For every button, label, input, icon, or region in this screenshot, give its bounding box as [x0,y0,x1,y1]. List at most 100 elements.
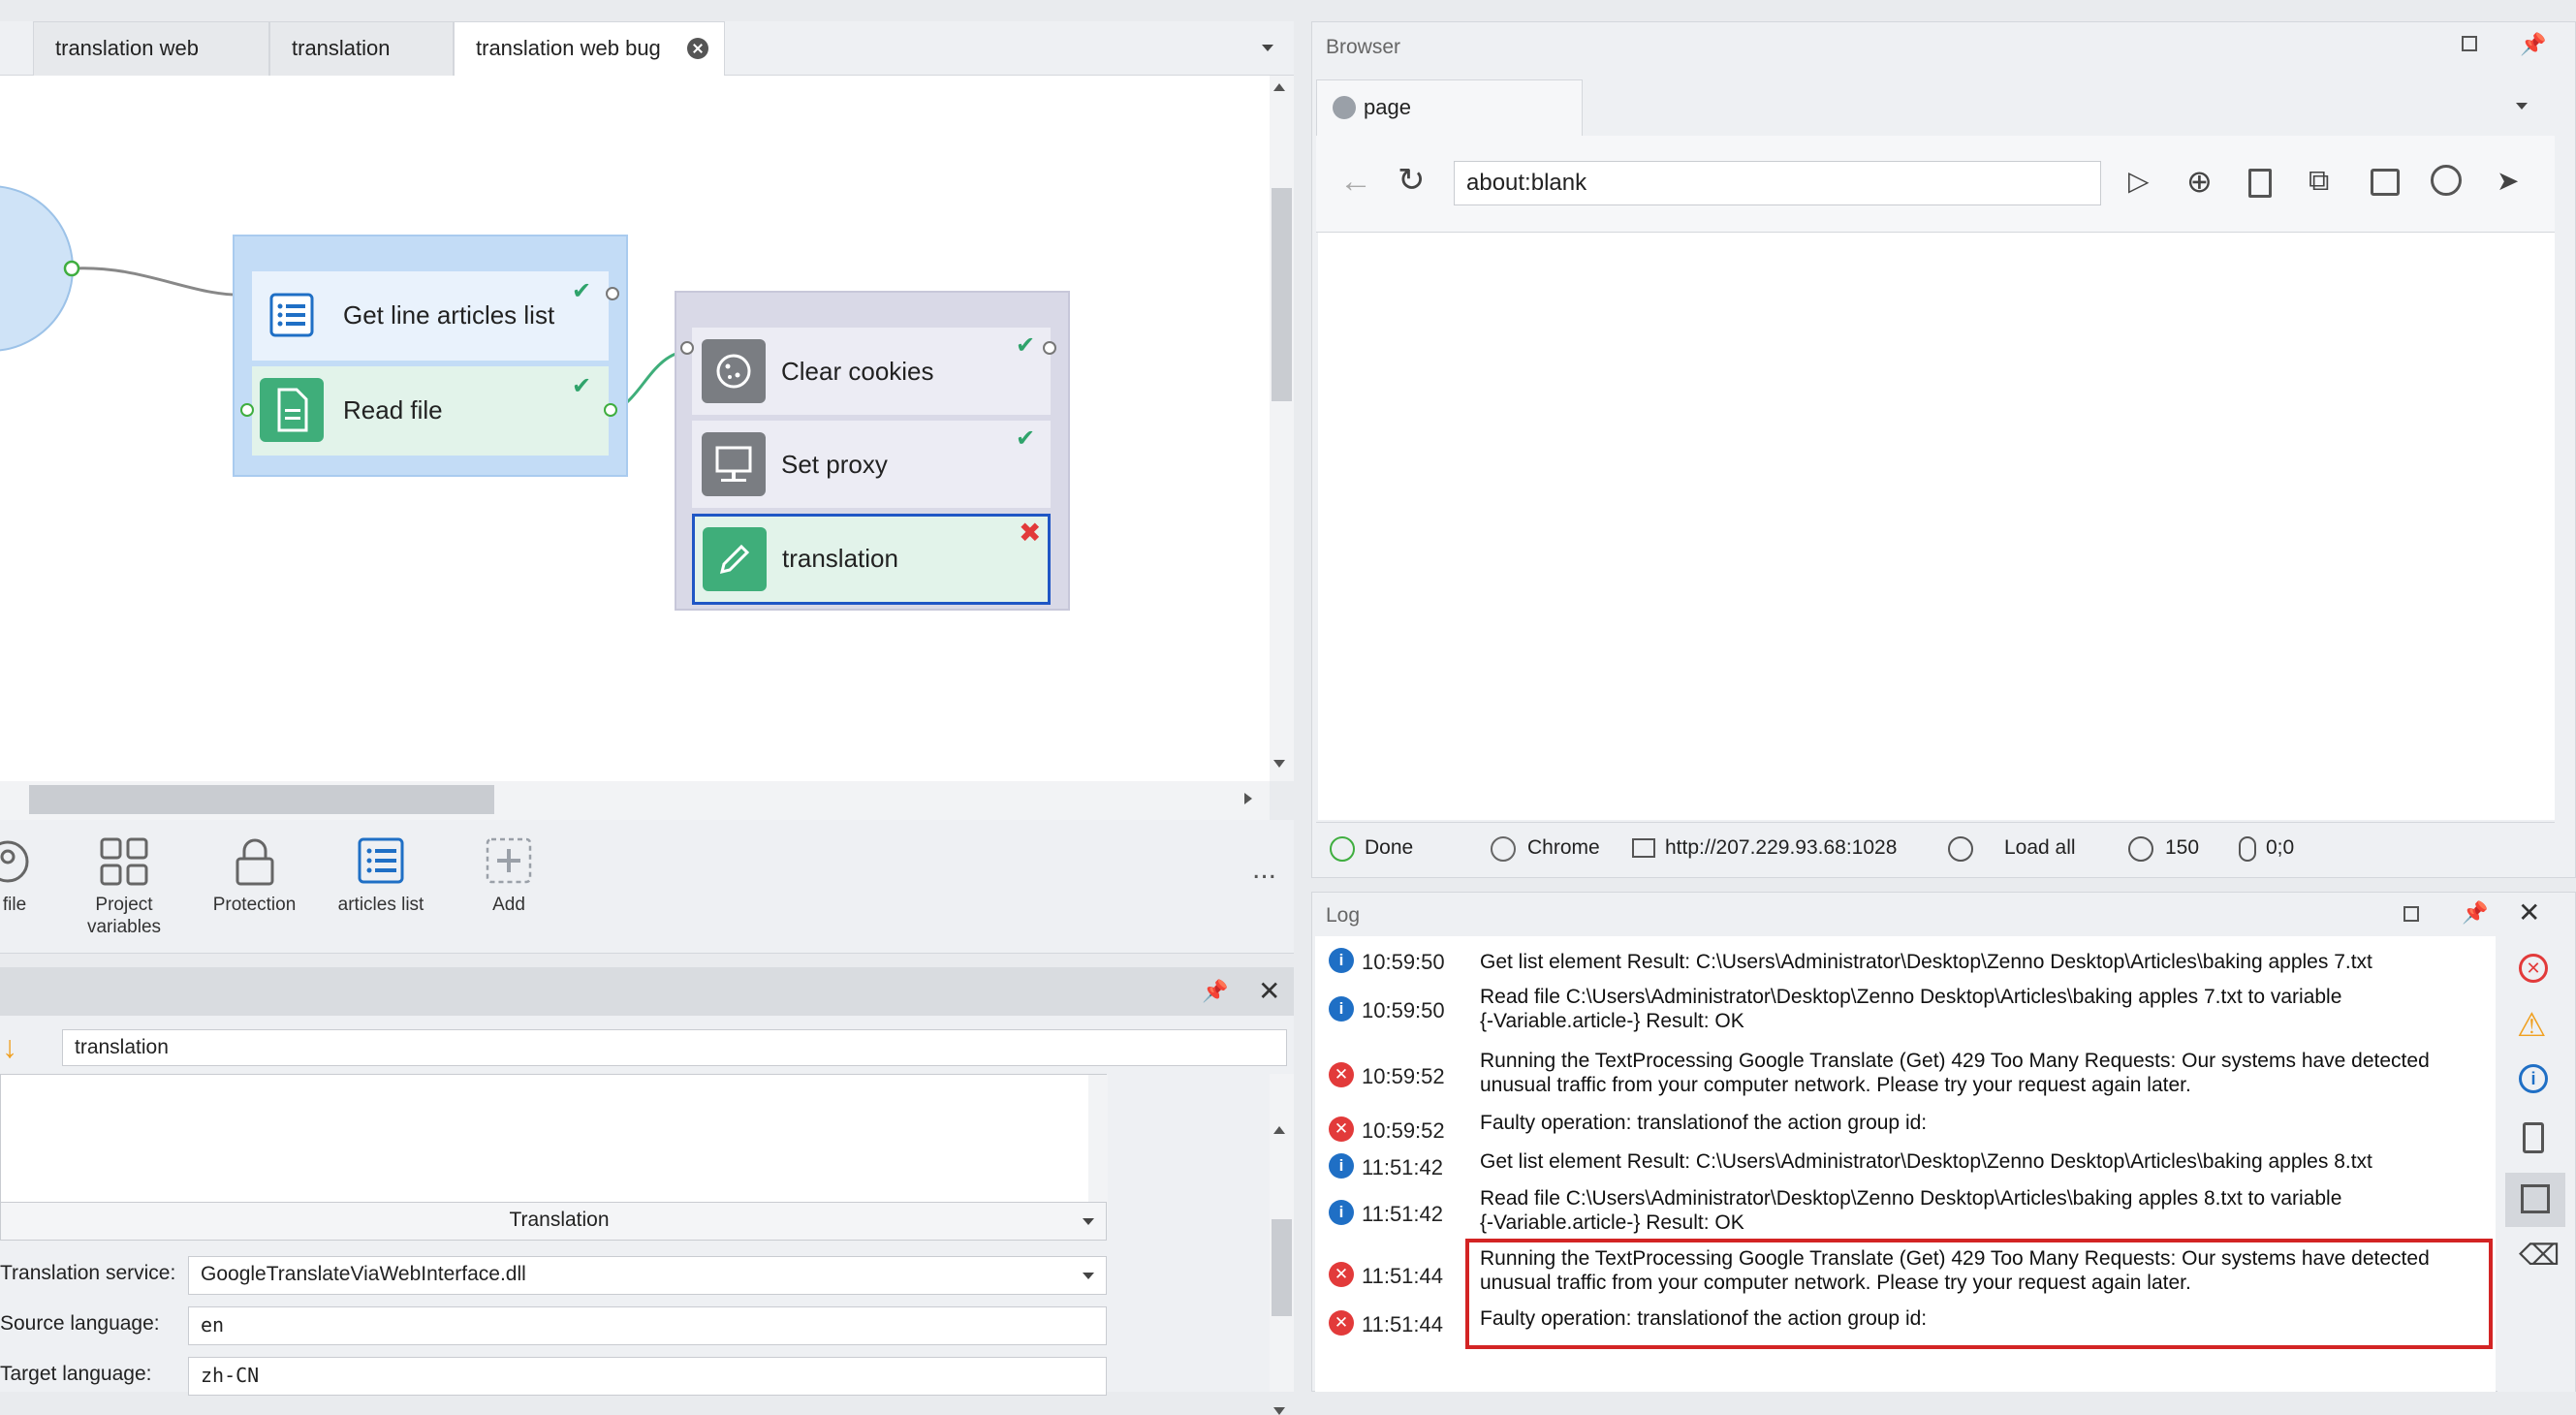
play-icon[interactable]: ▷ [2128,165,2150,197]
scroll-thumb[interactable] [1272,188,1292,401]
action-read-file[interactable]: Read file ✔ [240,366,617,456]
select-value: GoogleTranslateViaWebInterface.dll [201,1263,526,1285]
add-circle-icon[interactable]: ⊕ [2186,163,2213,200]
pin-icon[interactable]: 📌 [1202,979,1228,1004]
log-file-icon[interactable] [2523,1122,2544,1153]
checkmark-icon: ✔ [1016,425,1036,452]
properties-scrollbar[interactable] [1270,1074,1294,1415]
log-entry[interactable]: i 10:59:50 Read file C:\Users\Administra… [1315,983,2496,1039]
toolbar-label: Protection [212,895,297,915]
close-icon[interactable]: ✕ [2518,896,2540,928]
checkmark-icon: ✔ [1016,332,1036,359]
action-get-line-articles-list[interactable]: Get line articles list ✔ [252,271,619,361]
pencil-icon [703,527,767,591]
toolbar-project-variables[interactable]: Project variables [76,835,173,938]
toolbar-profile[interactable]: file [0,835,48,916]
connector-dot[interactable] [606,287,619,300]
toolbar-add[interactable]: Add [463,835,554,916]
pin-icon[interactable]: 📌 [2520,32,2546,57]
target-language-field[interactable]: zh-CN [188,1357,1107,1396]
log-panel-title: Log [1326,904,1361,927]
lock-icon [233,835,277,888]
tabs-dropdown-icon[interactable] [1262,45,1273,51]
browser-viewport[interactable] [1318,233,2555,820]
scroll-down-icon[interactable] [1273,760,1285,768]
chevron-down-icon[interactable] [1083,1273,1094,1279]
start-node[interactable] [0,185,74,352]
action-group-1[interactable]: Get line articles list ✔ Read file ✔ [233,235,628,477]
address-bar-input[interactable]: about:blank [1454,161,2101,205]
toolbar-label: file [2,895,27,915]
cookie-icon[interactable] [2431,165,2462,196]
pin-icon[interactable]: 📌 [2462,900,2488,926]
close-icon[interactable]: ✕ [1258,975,1280,1007]
status-timeout[interactable]: 150 [2165,836,2199,860]
browser-status-bar: Done Chrome http://207.229.93.68:1028 Lo… [1316,822,2555,876]
page-tabs-dropdown-icon[interactable] [2516,103,2528,110]
scroll-thumb[interactable] [1272,1219,1292,1316]
action-set-proxy[interactable]: Set proxy ✔ [692,421,1051,508]
status-load[interactable]: Load all [2004,836,2076,860]
action-label: Get line articles list [343,300,555,330]
database-icon[interactable] [2371,169,2400,196]
action-clear-cookies[interactable]: Clear cookies ✔ [680,328,1056,415]
log-time: 11:51:42 [1362,1155,1444,1179]
log-entry[interactable]: i 11:51:42 Read file C:\Users\Administra… [1315,1184,2496,1241]
autoscroll-toggle[interactable] [2505,1173,2565,1227]
browser-page-tab[interactable]: page [1316,79,1583,136]
log-entry[interactable]: ✕ 10:59:52 Faulty operation: translation… [1315,1109,2496,1144]
scroll-up-icon[interactable] [1273,1126,1285,1134]
tab-translation-web[interactable]: translation web [33,21,269,76]
document-icon[interactable] [2248,169,2272,198]
status-engine[interactable]: Chrome [1527,836,1600,860]
chevron-down-icon[interactable] [1083,1218,1094,1225]
log-entry[interactable]: ✕ 10:59:52 Running the TextProcessing Go… [1315,1047,2496,1103]
error-filter-icon[interactable]: ✕ [2519,954,2548,983]
connector-dot[interactable] [1043,341,1056,355]
back-arrow-icon[interactable]: ← [1339,163,1372,201]
status-proxy[interactable]: http://207.229.93.68:1028 [1665,836,1897,860]
page-tab-label: page [1364,95,1411,119]
canvas-vertical-scrollbar[interactable] [1270,76,1294,781]
log-message: Read file C:\Users\Administrator\Desktop… [1480,1187,2342,1234]
tab-translation[interactable]: translation [269,21,454,76]
source-language-field[interactable]: en [188,1306,1107,1345]
log-time: 11:51:44 [1362,1312,1444,1336]
info-filter-icon[interactable]: i [2519,1064,2548,1093]
warning-filter-icon[interactable]: ⚠ [2517,1006,2546,1045]
scroll-up-icon[interactable] [1273,83,1285,91]
log-entry[interactable]: i 11:51:42 Get list element Result: C:\U… [1315,1148,2496,1182]
scroll-down-icon[interactable] [1273,1407,1285,1415]
close-tab-icon[interactable] [687,38,708,59]
refresh-icon[interactable]: ↻ [1398,161,1426,200]
action-name-input[interactable]: translation [62,1029,1287,1066]
action-translation[interactable]: translation ✖ [692,514,1051,605]
maximize-icon[interactable] [2403,906,2419,922]
project-canvas[interactable]: Get line articles list ✔ Read file ✔ Cle… [0,76,1270,781]
translation-service-select[interactable]: GoogleTranslateViaWebInterface.dll [188,1256,1107,1295]
error-icon: ✕ [1329,1310,1354,1336]
scroll-right-icon[interactable] [1244,793,1252,804]
more-options-icon[interactable]: ... [1252,853,1276,886]
puzzle-icon[interactable]: ⧉ [2309,165,2329,198]
log-message: Read file C:\Users\Administrator\Desktop… [1480,986,2342,1032]
eraser-icon[interactable]: ⌫ [2519,1239,2560,1273]
log-entry[interactable]: i 10:59:50 Get list element Result: C:\U… [1315,944,2496,979]
canvas-horizontal-scrollbar[interactable] [0,781,1270,820]
connector-dot[interactable] [240,403,254,417]
connector-dot[interactable] [680,341,694,355]
maximize-icon[interactable] [2462,36,2477,51]
scroll-thumb[interactable] [29,785,494,814]
list-icon [260,283,324,347]
cursor-icon[interactable]: ➤ [2497,165,2519,197]
toolbar-articles-list[interactable]: articles list [328,835,434,916]
section-translation[interactable]: Translation [0,1202,1107,1241]
tab-translation-web-bug[interactable]: translation web bug [454,21,725,76]
autoscroll-icon [2521,1184,2550,1213]
connector-dot[interactable] [604,403,617,417]
toolbar-protection[interactable]: Protection [204,835,305,916]
log-filter-sidebar: ✕ ⚠ i ⌫ [2497,936,2575,1392]
action-group-2[interactable]: Clear cookies ✔ Set proxy ✔ translation [675,291,1070,611]
connector-dot[interactable] [63,260,80,277]
log-message: Running the TextProcessing Google Transl… [1480,1050,2430,1096]
